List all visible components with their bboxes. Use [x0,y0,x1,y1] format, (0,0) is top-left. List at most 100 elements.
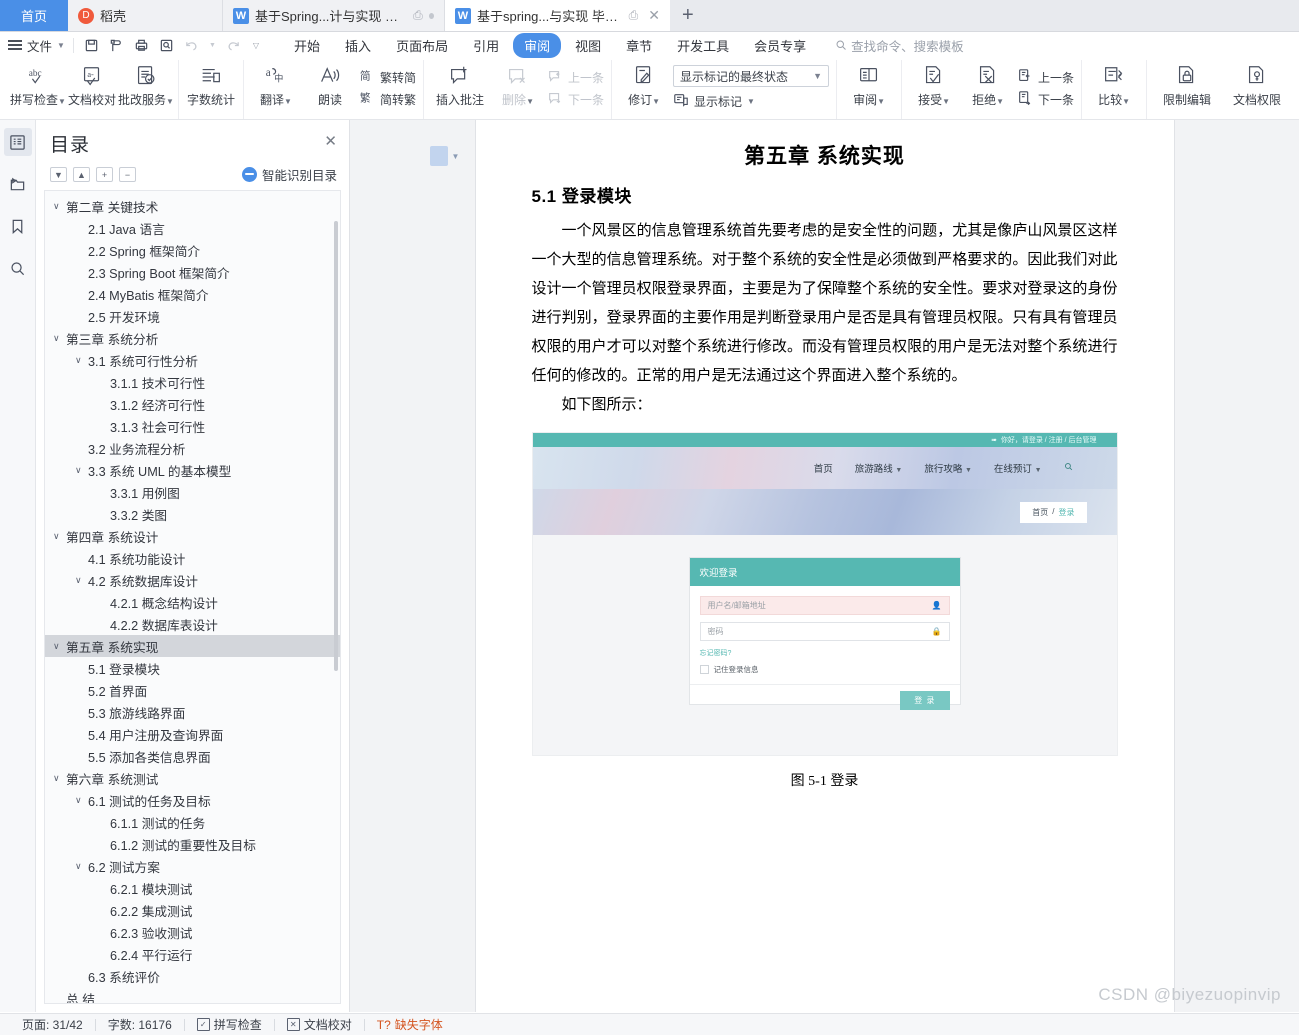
outline-item[interactable]: ∨2.5 开发环境 [45,305,340,327]
outline-item[interactable]: ∨ 第六章 系统测试 [45,767,340,789]
trad-to-simp-button[interactable]: 简 繁转简 [359,68,416,87]
document-certification-button[interactable]: 文档认证 [1292,60,1299,107]
new-tab-button[interactable]: + [670,0,706,31]
outline-item[interactable]: ∨ 6.2 测试方案 [45,855,340,877]
outline-item[interactable]: ∨3.1.1 技术可行性 [45,371,340,393]
tab-document-1[interactable]: W 基于Spring...计与实现 任务书 ⎙ [223,0,445,31]
spellcheck-button[interactable]: abc 拼写检查▼ [10,60,66,109]
status-word-count[interactable]: 字数: 16176 [96,1016,184,1033]
status-proofread[interactable]: ✕ 文档校对 [275,1016,364,1033]
tab-docer[interactable]: D 稻壳 [68,0,223,31]
outline-item[interactable]: ∨ 第五章 系统实现 [45,635,340,657]
reject-button[interactable]: 拒绝▼ [961,60,1015,109]
insert-comment-button[interactable]: 插入批注 [429,60,491,107]
word-count-button[interactable]: 字数统计 [184,60,238,107]
customize-toolbar-icon[interactable]: ▽ [253,41,259,50]
markup-state-select[interactable]: 显示标记的最终状态 ▼ [673,65,830,87]
outline-item[interactable]: ∨ 3.3 系统 UML 的基本模型 [45,459,340,481]
outline-item[interactable]: ∨ 3.1 系统可行性分析 [45,349,340,371]
outline-icon[interactable] [3,128,32,156]
chevron-down-icon[interactable]: ∨ [53,641,66,652]
document-page[interactable]: ▼ 第五章 系统实现 5.1 登录模块 一个风景区的信息管理系统首先要考虑的是安… [429,120,1174,1012]
bookmark-icon[interactable] [4,212,32,240]
chevron-down-icon[interactable]: ∨ [75,355,88,366]
outline-item[interactable]: ∨6.2.2 集成测试 [45,899,340,921]
track-changes-button[interactable]: 修订▼ [617,60,671,109]
correction-service-button[interactable]: 批改服务▼ [118,60,174,109]
outline-item[interactable]: ∨6.2.3 验收测试 [45,921,340,943]
chevron-down-icon[interactable]: ∨ [53,201,66,212]
outline-item[interactable]: ∨5.5 添加各类信息界面 [45,745,340,767]
ribbon-tab-view[interactable]: 视图 [564,33,612,58]
outline-item[interactable]: ∨3.3.1 用例图 [45,481,340,503]
compare-button[interactable]: 比较▼ [1087,60,1141,109]
print-preview-icon[interactable] [109,38,124,53]
command-search[interactable]: 查找命令、搜索模板 [835,36,964,55]
outline-item[interactable]: ∨5.3 旅游线路界面 [45,701,340,723]
ribbon-tab-member[interactable]: 会员专享 [743,33,817,58]
outline-item[interactable]: ∨ 第二章 关键技术 [45,195,340,217]
accept-button[interactable]: 接受▼ [907,60,961,109]
outline-item[interactable]: ∨ 第四章 系统设计 [45,525,340,547]
outline-item[interactable]: ∨ 6.1 测试的任务及目标 [45,789,340,811]
reviewing-pane-button[interactable]: 审阅▼ [842,60,896,109]
outline-item[interactable]: ∨总 结 [45,987,340,1004]
outline-scrollbar[interactable] [334,221,338,671]
outline-item[interactable]: ∨2.4 MyBatis 框架简介 [45,283,340,305]
show-markup-button[interactable]: 显示标记 ▼ [673,92,829,111]
file-menu-button[interactable]: 文件 ▼ [8,36,73,55]
cast-icon[interactable]: ⎙ [413,8,423,23]
ribbon-tab-dev-tools[interactable]: 开发工具 [666,33,740,58]
smart-recognize-toc-button[interactable]: 智能识别目录 [241,165,337,184]
status-spellcheck[interactable]: ✓ 拼写检查 [185,1016,274,1033]
status-page[interactable]: 页面: 31/42 [10,1016,95,1033]
delete-comment-button[interactable]: 删除▼ [491,60,545,109]
document-permission-button[interactable]: 文档权限 [1222,60,1292,107]
ribbon-tab-insert[interactable]: 插入 [334,33,382,58]
tab-document-2[interactable]: W 基于spring...与实现 毕业论文 ⎙ ✕ [445,0,670,31]
close-icon[interactable]: ✕ [648,7,660,24]
ribbon-tab-references[interactable]: 引用 [462,33,510,58]
outline-item[interactable]: ∨ 4.2 系统数据库设计 [45,569,340,591]
outline-item[interactable]: ∨4.2.1 概念结构设计 [45,591,340,613]
chevron-down-icon[interactable]: ∨ [53,333,66,344]
outline-item[interactable]: ∨3.2 业务流程分析 [45,437,340,459]
outline-item[interactable]: ∨4.2.2 数据库表设计 [45,613,340,635]
ribbon-tab-chapter[interactable]: 章节 [615,33,663,58]
outline-item[interactable]: ∨6.3 系统评价 [45,965,340,987]
chevron-down-icon[interactable]: ∨ [75,795,88,806]
close-icon[interactable]: ✕ [324,132,337,150]
outline-item[interactable]: ∨6.2.1 模块测试 [45,877,340,899]
previous-change-button[interactable]: 上一条 [1017,68,1074,87]
collapse-up-icon[interactable]: ▲ [73,167,90,182]
chevron-down-icon[interactable]: ∨ [75,861,88,872]
ribbon-tab-page-layout[interactable]: 页面布局 [385,33,459,58]
status-missing-font[interactable]: T? 缺失字体 [365,1016,455,1033]
navigation-icon[interactable] [4,170,32,198]
proofread-button[interactable]: a- 文档校对 [65,60,119,107]
outline-item[interactable]: ∨6.1.2 测试的重要性及目标 [45,833,340,855]
outline-item[interactable]: ∨5.4 用户注册及查询界面 [45,723,340,745]
expand-down-icon[interactable]: ▼ [50,167,67,182]
read-aloud-button[interactable]: 朗读 [303,60,357,107]
outline-item[interactable]: ∨5.2 首界面 [45,679,340,701]
restrict-editing-button[interactable]: 限制编辑 [1152,60,1222,107]
collapse-all-icon[interactable]: − [119,167,136,182]
outline-item[interactable]: ∨3.1.3 社会可行性 [45,415,340,437]
translate-button[interactable]: a中 翻译▼ [249,60,303,109]
paste-options-button[interactable]: ▼ [429,146,459,166]
tab-home[interactable]: 首页 [0,0,68,31]
outline-item[interactable]: ∨3.1.2 经济可行性 [45,393,340,415]
outline-item[interactable]: ∨6.2.4 平行运行 [45,943,340,965]
outline-item[interactable]: ∨ 第三章 系统分析 [45,327,340,349]
cast-icon[interactable]: ⎙ [629,8,639,23]
ribbon-tab-start[interactable]: 开始 [283,33,331,58]
outline-item[interactable]: ∨6.1.1 测试的任务 [45,811,340,833]
document-canvas[interactable]: ▼ 第五章 系统实现 5.1 登录模块 一个风景区的信息管理系统首先要考虑的是安… [350,120,1299,1012]
expand-all-icon[interactable]: + [96,167,113,182]
previous-comment-button[interactable]: 上一条 [547,68,604,87]
save-icon[interactable] [84,38,99,53]
ribbon-tab-review[interactable]: 审阅 [513,32,562,58]
outline-item[interactable]: ∨2.1 Java 语言 [45,217,340,239]
print-icon[interactable] [134,38,149,53]
